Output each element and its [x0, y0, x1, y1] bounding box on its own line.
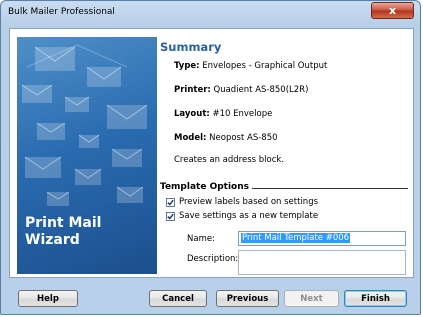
- model-value: Neopost AS-850: [209, 133, 278, 143]
- model-label: Model:: [174, 133, 207, 143]
- layout-value: #10 Envelope: [212, 109, 273, 119]
- summary-note: Creates an address block.: [174, 155, 285, 165]
- description-input[interactable]: [238, 250, 406, 275]
- banner-title-line1: Print Mail: [25, 215, 102, 231]
- printer-value: Quadient AS-850(L2R): [213, 85, 309, 95]
- title-bar: Bulk Mailer Professional x: [1, 1, 420, 25]
- model-row: Model: Neopost AS-850: [174, 133, 278, 143]
- wizard-window: Bulk Mailer Professional x Print Mail Wi…: [0, 0, 421, 315]
- name-label: Name:: [187, 234, 215, 244]
- template-name-value: Print Mail Template #006: [241, 233, 351, 243]
- template-options-heading: Template Options: [160, 182, 252, 192]
- preview-checkbox-label: Preview labels based on settings: [179, 197, 319, 207]
- group-divider: [240, 188, 408, 189]
- next-button[interactable]: Next: [284, 290, 339, 307]
- finish-button[interactable]: Finish: [344, 290, 407, 307]
- checkmark-icon: [167, 213, 174, 220]
- description-label: Description:: [187, 254, 239, 264]
- wizard-content: Print Mail Wizard Summary Type: Envelope…: [9, 28, 414, 278]
- type-value: Envelopes - Graphical Output: [202, 61, 328, 71]
- type-label: Type:: [174, 61, 200, 71]
- help-button[interactable]: Help: [18, 290, 78, 307]
- save-checkbox-row[interactable]: Save settings as a new template: [166, 211, 318, 221]
- save-checkbox-label: Save settings as a new template: [179, 211, 319, 221]
- layout-label: Layout:: [174, 109, 210, 119]
- window-title: Bulk Mailer Professional: [8, 7, 115, 17]
- banner-title: Print Mail Wizard: [25, 215, 155, 249]
- summary-heading: Summary: [160, 40, 222, 54]
- close-icon: x: [388, 4, 397, 17]
- preview-checkbox[interactable]: [166, 197, 175, 207]
- cancel-button[interactable]: Cancel: [149, 290, 207, 307]
- checkmark-icon: [167, 199, 174, 206]
- preview-checkbox-row[interactable]: Preview labels based on settings: [166, 197, 318, 207]
- save-template-checkbox[interactable]: [166, 211, 175, 221]
- close-button[interactable]: x: [371, 2, 414, 19]
- layout-row: Layout: #10 Envelope: [174, 109, 272, 119]
- printer-row: Printer: Quadient AS-850(L2R): [174, 85, 308, 95]
- previous-button[interactable]: Previous: [216, 290, 279, 307]
- banner-title-line2: Wizard: [25, 232, 80, 248]
- type-row: Type: Envelopes - Graphical Output: [174, 61, 327, 71]
- template-name-input[interactable]: Print Mail Template #006: [238, 231, 406, 246]
- printer-label: Printer:: [174, 85, 211, 95]
- wizard-banner: Print Mail Wizard: [17, 37, 157, 274]
